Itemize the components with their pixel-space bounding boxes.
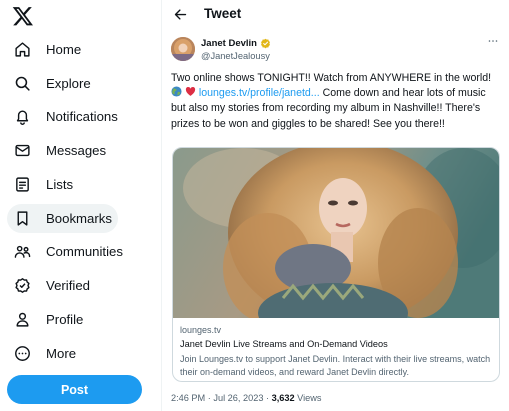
arrow-left-icon[interactable] — [173, 7, 188, 22]
globe-emoji-icon — [171, 86, 182, 97]
avatar[interactable] — [171, 37, 195, 61]
more-options-icon[interactable] — [488, 38, 498, 44]
sidebar-item-home[interactable]: Home — [7, 35, 89, 64]
link-card[interactable]: lounges.tv Janet Devlin Live Streams and… — [172, 147, 500, 382]
sidebar-item-label: Profile — [46, 312, 84, 327]
card-image[interactable] — [173, 148, 499, 318]
tweet-timestamp[interactable]: 2:46 PM · Jul 26, 2023 · — [171, 393, 272, 403]
red-heart-emoji-icon — [185, 87, 196, 97]
author-handle[interactable]: @JanetJealousy — [201, 51, 270, 61]
sidebar-item-label: Lists — [46, 177, 74, 192]
person-icon — [14, 311, 31, 328]
sidebar: Home Explore Notifications Messages List… — [0, 0, 162, 411]
sidebar-item-notifications[interactable]: Notifications — [7, 102, 126, 131]
tweet-meta: 2:46 PM · Jul 26, 2023 · 3,632 Views — [171, 393, 322, 403]
more-circle-icon — [14, 345, 31, 362]
sidebar-item-more[interactable]: More — [7, 339, 84, 368]
tweet-link[interactable]: lounges.tv/profile/janetd... — [199, 87, 320, 99]
views-count: 3,632 — [271, 393, 295, 403]
page-title: Tweet — [204, 6, 242, 21]
sidebar-item-communities[interactable]: Communities — [7, 237, 131, 266]
post-button[interactable]: Post — [7, 375, 142, 404]
sidebar-item-label: Bookmarks — [46, 211, 112, 226]
bookmark-icon — [14, 210, 31, 227]
search-icon — [14, 75, 31, 92]
top-bar: Tweet — [163, 0, 509, 29]
home-icon — [14, 41, 31, 58]
sidebar-item-explore[interactable]: Explore — [7, 69, 99, 98]
sidebar-item-bookmarks[interactable]: Bookmarks — [7, 204, 118, 233]
sidebar-item-label: More — [46, 346, 77, 361]
verified-badge-icon — [14, 277, 31, 294]
sidebar-item-messages[interactable]: Messages — [7, 136, 114, 165]
sidebar-item-profile[interactable]: Profile — [7, 305, 91, 334]
sidebar-item-label: Verified — [46, 278, 90, 293]
author-name[interactable]: Janet Devlin — [201, 38, 271, 49]
card-title: Janet Devlin Live Streams and On-Demand … — [180, 339, 388, 349]
x-logo-icon[interactable] — [12, 5, 34, 27]
sidebar-item-verified[interactable]: Verified — [7, 271, 98, 300]
bell-icon — [14, 108, 31, 125]
card-description: Join Lounges.tv to support Janet Devlin.… — [180, 354, 491, 377]
sidebar-item-lists[interactable]: Lists — [7, 170, 81, 199]
tweet-text: Two online shows TONIGHT!! Watch from AN… — [171, 71, 503, 132]
tweet-detail: Tweet Janet Devlin @JanetJealousy Two on… — [163, 0, 509, 411]
sidebar-item-label: Notifications — [46, 109, 118, 124]
card-domain: lounges.tv — [180, 325, 222, 335]
sidebar-item-label: Communities — [46, 244, 123, 259]
tweet-text-part: Two online shows TONIGHT!! Watch from AN… — [171, 72, 492, 84]
sidebar-item-label: Home — [46, 42, 82, 57]
sidebar-item-label: Explore — [46, 76, 91, 91]
list-icon — [14, 176, 31, 193]
sidebar-item-label: Messages — [46, 143, 107, 158]
envelope-icon — [14, 142, 31, 159]
author-name-text: Janet Devlin — [201, 38, 257, 49]
views-label: Views — [294, 393, 322, 403]
communities-icon — [14, 243, 31, 260]
verified-gold-icon — [260, 38, 270, 49]
